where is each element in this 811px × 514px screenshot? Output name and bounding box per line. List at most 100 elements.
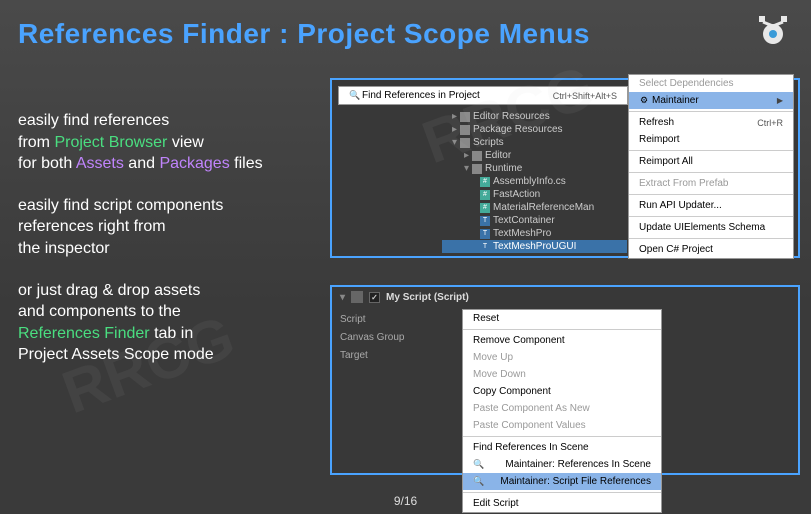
folder-icon: [472, 164, 482, 174]
menu-label: Select Dependencies: [639, 78, 734, 89]
menu-move-down[interactable]: Move Down: [463, 366, 661, 383]
component-title: My Script (Script): [386, 292, 469, 303]
tree-folder[interactable]: ▾Scripts: [442, 136, 627, 149]
separator: [463, 492, 661, 493]
inspector-panel: ▾ ✓ My Script (Script) Script Canvas Gro…: [330, 285, 800, 475]
tree-label: Editor: [485, 150, 511, 161]
project-panel: 🔍Find References in Project Ctrl+Shift+A…: [330, 78, 800, 258]
text: and components to the: [18, 303, 181, 320]
search-icon: 🔍: [349, 90, 359, 101]
text-highlight: Packages: [159, 155, 229, 172]
tree-label: TextMeshProUGUI: [493, 241, 576, 252]
menu-label: Open C# Project: [639, 244, 713, 255]
tree-label: FastAction: [493, 189, 540, 200]
tree-file[interactable]: #AssemblyInfo.cs: [442, 175, 627, 188]
menu-copy-component[interactable]: Copy Component: [463, 383, 661, 400]
enable-checkbox[interactable]: ✓: [369, 292, 380, 303]
menu-extract-prefab[interactable]: Extract From Prefab: [629, 175, 793, 192]
separator: [629, 194, 793, 195]
menu-uielements[interactable]: Update UIElements Schema: [629, 219, 793, 236]
menu-label: Refresh: [639, 117, 674, 128]
menu-reimport-all[interactable]: Reimport All: [629, 153, 793, 170]
menu-maintainer-scene[interactable]: 🔍 Maintainer: References In Scene: [463, 456, 661, 473]
csharp-icon: #: [480, 190, 490, 200]
tree-label: TextContainer: [493, 215, 555, 226]
text: the inspector: [18, 240, 110, 257]
slide: References Finder : Project Scope Menus …: [0, 0, 811, 514]
menu-reimport[interactable]: Reimport: [629, 131, 793, 148]
menu-reset[interactable]: Reset: [463, 310, 661, 327]
text-icon: T: [480, 242, 490, 252]
tree-file[interactable]: #MaterialReferenceMan: [442, 201, 627, 214]
text-icon: T: [480, 216, 490, 226]
tree-folder[interactable]: ▸Editor Resources: [442, 110, 627, 123]
tree-label: MaterialReferenceMan: [493, 202, 594, 213]
script-icon: [351, 291, 363, 303]
gear-icon: ⚙: [639, 95, 649, 106]
folder-icon: [472, 151, 482, 161]
tree-file[interactable]: #FastAction: [442, 188, 627, 201]
menu-open-csproj[interactable]: Open C# Project: [629, 241, 793, 258]
text: easily find script components: [18, 197, 223, 214]
tree-file[interactable]: TTextContainer: [442, 214, 627, 227]
separator: [463, 436, 661, 437]
menu-label: Paste Component Values: [473, 420, 586, 431]
menu-label: Move Up: [473, 352, 513, 363]
text-icon: T: [480, 229, 490, 239]
menu-api-updater[interactable]: Run API Updater...: [629, 197, 793, 214]
tree-folder[interactable]: ▸Editor: [442, 149, 627, 162]
menu-label: Maintainer: Script File References: [500, 476, 651, 487]
menu-edit-script[interactable]: Edit Script: [463, 495, 661, 512]
menu-label: Maintainer: References In Scene: [505, 459, 651, 470]
separator: [629, 238, 793, 239]
tree-label: Editor Resources: [473, 111, 550, 122]
tree-folder[interactable]: ▸Package Resources: [442, 123, 627, 136]
component-header[interactable]: ▾ ✓ My Script (Script): [332, 287, 798, 307]
menu-label: Maintainer: [652, 95, 699, 106]
search-icon: 🔍: [473, 459, 483, 470]
tree-file[interactable]: TTextMeshPro: [442, 227, 627, 240]
menu-label: Copy Component: [473, 386, 551, 397]
page-counter: 9/16: [394, 494, 417, 508]
text: Project Assets Scope mode: [18, 346, 214, 363]
project-tree[interactable]: ▸Editor Resources ▸Package Resources ▾Sc…: [442, 108, 627, 255]
menu-paste-new[interactable]: Paste Component As New: [463, 400, 661, 417]
tree-label: AssemblyInfo.cs: [493, 176, 566, 187]
text: from: [18, 134, 54, 151]
menu-paste-values[interactable]: Paste Component Values: [463, 417, 661, 434]
menu-label: Extract From Prefab: [639, 178, 728, 189]
folder-icon: [460, 125, 470, 135]
text: tab in: [150, 325, 194, 342]
tree-file-selected[interactable]: TTextMeshProUGUI: [442, 240, 627, 253]
text-highlight: Project Browser: [54, 134, 167, 151]
tree-folder[interactable]: ▾Runtime: [442, 162, 627, 175]
shortcut-text: Ctrl+R: [757, 118, 783, 128]
menu-maintainer-file[interactable]: 🔍Maintainer: Script File References: [463, 473, 661, 490]
menu-select-dependencies[interactable]: Select Dependencies: [629, 75, 793, 92]
text-highlight: References Finder: [18, 325, 150, 342]
menu-label: Find References In Scene: [473, 442, 589, 453]
text: references right from: [18, 218, 166, 235]
text: or just drag & drop assets: [18, 282, 200, 299]
menu-label: Find References in Project: [362, 90, 480, 101]
text: for both: [18, 155, 76, 172]
folder-icon: [460, 138, 470, 148]
menu-label: Paste Component As New: [473, 403, 590, 414]
menu-remove-component[interactable]: Remove Component: [463, 332, 661, 349]
foldout-icon[interactable]: ▾: [340, 292, 345, 303]
text: files: [230, 155, 263, 172]
csharp-icon: #: [480, 177, 490, 187]
menu-find-in-scene[interactable]: Find References In Scene: [463, 439, 661, 456]
menu-label: Move Down: [473, 369, 526, 380]
text: easily find references: [18, 112, 169, 129]
folder-icon: [460, 112, 470, 122]
menu-move-up[interactable]: Move Up: [463, 349, 661, 366]
menu-refresh[interactable]: Refresh Ctrl+R: [629, 114, 793, 131]
menu-maintainer[interactable]: ⚙Maintainer ▶: [629, 92, 793, 109]
separator: [629, 111, 793, 112]
slide-title: References Finder : Project Scope Menus: [0, 0, 811, 50]
menu-label: Edit Script: [473, 498, 519, 509]
context-submenu: 🔍Find References in Project Ctrl+Shift+A…: [338, 86, 628, 105]
menu-label: Remove Component: [473, 335, 565, 346]
menu-find-references[interactable]: 🔍Find References in Project Ctrl+Shift+A…: [339, 87, 627, 104]
